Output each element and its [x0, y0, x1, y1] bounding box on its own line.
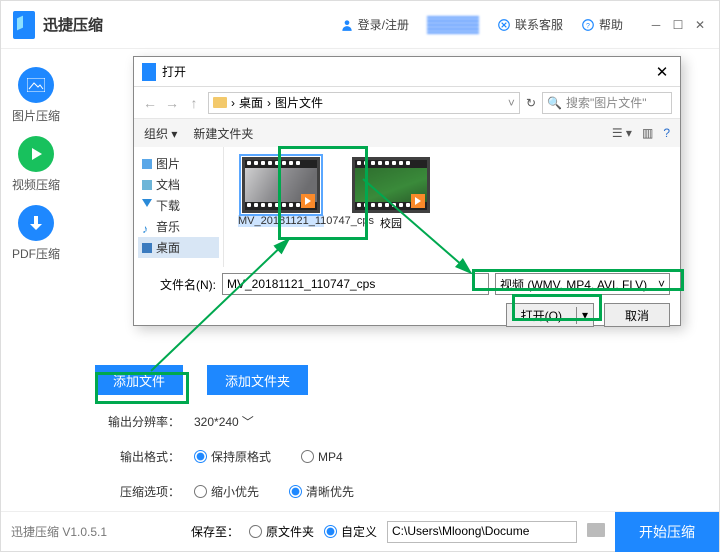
version-label: 迅捷压缩 V1.0.5.1 [11, 523, 107, 540]
dialog-title: 打开 [162, 63, 186, 80]
cancel-button[interactable]: 取消 [604, 303, 670, 327]
format-label: 输出格式： [95, 448, 180, 465]
view-mode-icon[interactable]: ☰ ▾ [612, 126, 632, 140]
filename-input[interactable] [222, 273, 489, 295]
nav-fwd-icon[interactable]: → [164, 95, 180, 111]
filename-label: 文件名(N): [144, 276, 216, 293]
sidebar-item-pdf[interactable]: PDF压缩 [12, 205, 60, 262]
sidebar-item-image[interactable]: 图片压缩 [12, 67, 60, 124]
breadcrumb[interactable]: › 桌面 › 图片文件 ˅ [208, 92, 520, 114]
play-icon [411, 194, 425, 208]
folder-icon [213, 97, 227, 108]
compress-small-radio[interactable]: 缩小优先 [194, 483, 259, 500]
nav-up-icon[interactable]: ↑ [186, 95, 202, 111]
tree-desktop[interactable]: 桌面 [138, 237, 219, 258]
contact-link[interactable]: 联系客服 [497, 16, 563, 33]
tree-pictures[interactable]: 图片 [138, 153, 219, 174]
view-details-icon[interactable]: ▥ [642, 126, 653, 140]
app-name: 迅捷压缩 [43, 14, 103, 35]
search-input[interactable]: 🔍 搜索"图片文件" [542, 92, 672, 114]
dialog-close-button[interactable]: ✕ [652, 63, 672, 81]
save-path-input[interactable]: C:\Users\Mloong\Docume [387, 521, 577, 543]
annotation-highlight [512, 294, 602, 321]
maximize-button[interactable]: ☐ [671, 18, 685, 32]
format-mp4-radio[interactable]: MP4 [301, 448, 343, 465]
compress-label: 压缩选项： [95, 483, 180, 500]
organize-menu[interactable]: 组织 ▾ [144, 125, 177, 142]
tree-downloads[interactable]: 下载 [138, 195, 219, 216]
annotation-highlight [95, 372, 189, 404]
pdf-icon [18, 205, 54, 241]
sidebar-item-video[interactable]: 视频压缩 [12, 136, 60, 193]
help-link[interactable]: ?帮助 [581, 16, 623, 33]
folder-browse-icon[interactable] [587, 523, 605, 540]
annotation-highlight [278, 146, 368, 240]
image-icon [18, 67, 54, 103]
login-link[interactable]: 登录/注册 [340, 16, 409, 33]
start-button[interactable]: 开始压缩 [615, 512, 719, 552]
tree-documents[interactable]: 文档 [138, 174, 219, 195]
svg-text:?: ? [586, 22, 590, 29]
save-label: 保存至： [191, 523, 239, 540]
save-orig-radio[interactable]: 原文件夹 [249, 523, 314, 540]
format-keep-radio[interactable]: 保持原格式 [194, 448, 271, 465]
resolution-select[interactable]: 320*240﹀ [194, 413, 254, 430]
nav-back-icon[interactable]: ← [142, 95, 158, 111]
minimize-button[interactable]: ─ [649, 18, 663, 32]
search-icon: 🔍 [547, 96, 562, 110]
dialog-help-icon[interactable]: ? [663, 126, 670, 140]
folder-tree: 图片 文档 下载 ♪音乐 桌面 [134, 147, 224, 267]
resolution-label: 输出分辨率： [95, 413, 180, 430]
app-logo [13, 11, 35, 39]
add-folder-button[interactable]: 添加文件夹 [207, 365, 308, 395]
save-custom-radio[interactable]: 自定义 [324, 523, 377, 540]
compress-clear-radio[interactable]: 清晰优先 [289, 483, 354, 500]
chevron-down-icon: ﹀ [242, 413, 254, 430]
video-icon [18, 136, 54, 172]
close-button[interactable]: ✕ [693, 18, 707, 32]
user-smudge [427, 16, 479, 34]
new-folder-button[interactable]: 新建文件夹 [193, 125, 253, 142]
refresh-icon[interactable]: ↻ [526, 96, 536, 110]
dialog-icon [142, 63, 156, 81]
tree-music[interactable]: ♪音乐 [138, 216, 219, 237]
annotation-highlight [472, 269, 684, 291]
